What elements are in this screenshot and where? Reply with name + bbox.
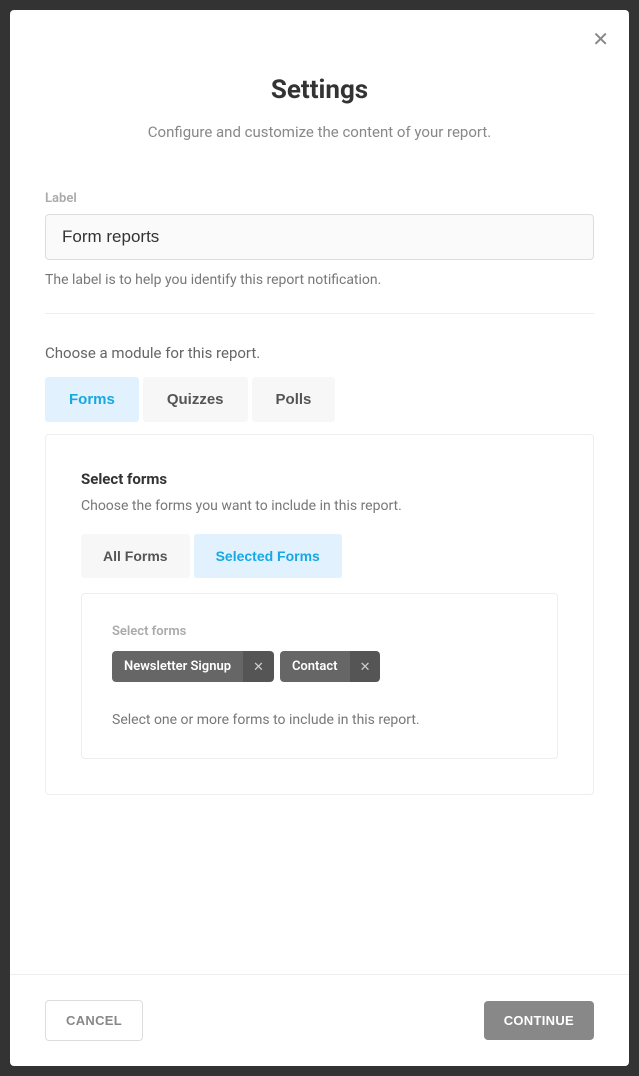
modal-title: Settings xyxy=(45,75,594,105)
module-prompt: Choose a module for this report. xyxy=(45,344,594,362)
settings-modal: ✕ Settings Configure and customize the c… xyxy=(10,10,629,1066)
modal-header: Settings Configure and customize the con… xyxy=(45,10,594,171)
modal-subtitle: Configure and customize the content of y… xyxy=(45,123,594,141)
forms-panel-desc: Choose the forms you want to include in … xyxy=(81,498,558,514)
label-input[interactable] xyxy=(45,214,594,260)
chip-newsletter-signup: Newsletter Signup ✕ xyxy=(112,651,274,682)
chip-label: Newsletter Signup xyxy=(112,651,243,682)
sub-tab-all-forms[interactable]: All Forms xyxy=(81,534,190,578)
chips-container[interactable]: Newsletter Signup ✕ Contact ✕ xyxy=(112,651,527,682)
tab-polls[interactable]: Polls xyxy=(252,377,336,422)
modal-body: Settings Configure and customize the con… xyxy=(10,10,629,974)
forms-sub-tabs: All Forms Selected Forms xyxy=(81,534,558,578)
close-icon: ✕ xyxy=(360,659,371,675)
chip-remove-button[interactable]: ✕ xyxy=(243,651,274,682)
tab-quizzes[interactable]: Quizzes xyxy=(143,377,248,422)
label-field-label: Label xyxy=(45,191,594,206)
chip-contact: Contact ✕ xyxy=(280,651,381,682)
select-forms-label: Select forms xyxy=(112,624,527,639)
close-icon: ✕ xyxy=(592,29,609,51)
close-button[interactable]: ✕ xyxy=(592,30,609,50)
modal-footer: CANCEL CONTINUE xyxy=(10,974,629,1066)
select-forms-help: Select one or more forms to include in t… xyxy=(112,712,527,728)
sub-tab-selected-forms[interactable]: Selected Forms xyxy=(194,534,342,578)
chip-label: Contact xyxy=(280,651,350,682)
forms-panel-title: Select forms xyxy=(81,470,558,488)
label-field-group: Label The label is to help you identify … xyxy=(45,191,594,288)
cancel-button[interactable]: CANCEL xyxy=(45,1000,143,1041)
tab-forms[interactable]: Forms xyxy=(45,377,139,422)
chip-remove-button[interactable]: ✕ xyxy=(350,651,381,682)
select-forms-panel: Select forms Newsletter Signup ✕ Contact… xyxy=(81,593,558,759)
forms-panel: Select forms Choose the forms you want t… xyxy=(45,434,594,795)
label-help-text: The label is to help you identify this r… xyxy=(45,272,594,288)
close-icon: ✕ xyxy=(253,659,264,675)
module-tabs: Forms Quizzes Polls xyxy=(45,377,594,422)
divider xyxy=(45,313,594,314)
continue-button[interactable]: CONTINUE xyxy=(484,1001,594,1040)
